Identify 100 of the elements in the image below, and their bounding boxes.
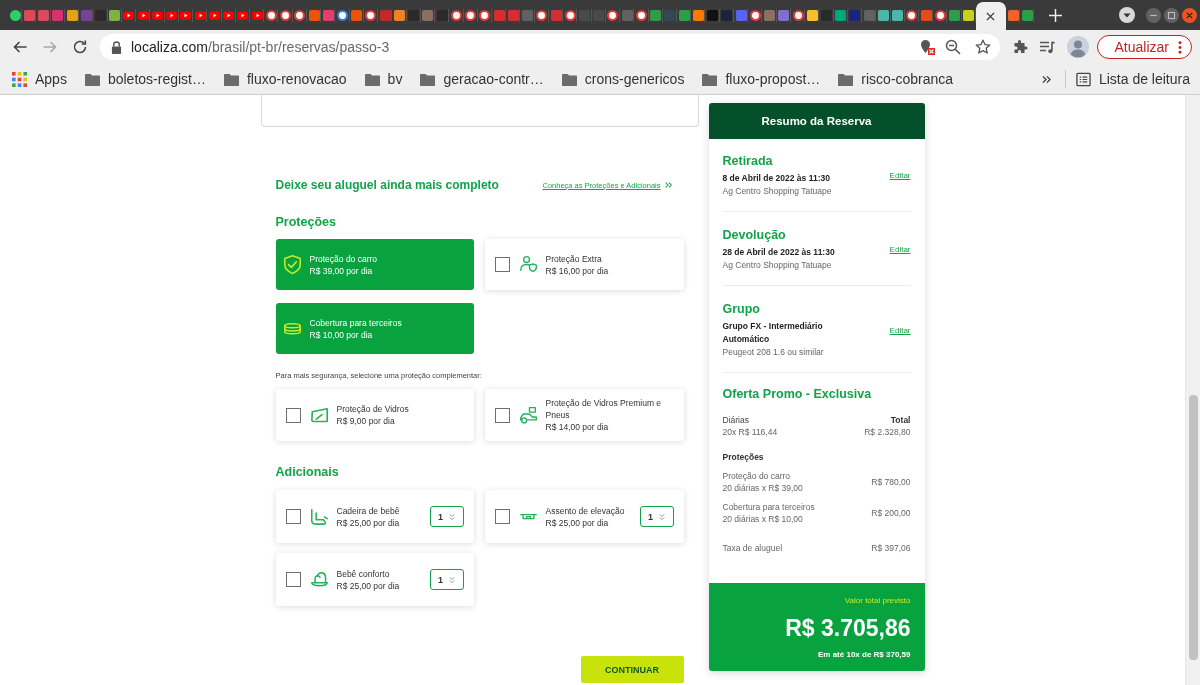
total-amount: R$ 3.705,86: [785, 614, 911, 643]
section-note: Ag Centro Shopping Tatuape: [722, 185, 832, 198]
option-name: Proteção Extra: [545, 252, 602, 265]
apps-shortcut[interactable]: Apps: [12, 71, 67, 87]
baby-carrier-icon: [311, 572, 328, 587]
quantity-dropdown[interactable]: 1: [429, 569, 464, 590]
bookmark-folder[interactable]: risco-cobranca: [838, 71, 954, 87]
option-price: R$ 39,00 por dia: [309, 264, 373, 277]
option-price: R$ 25,00 por dia: [545, 516, 609, 529]
apps-grid-icon: [12, 71, 27, 87]
location-blocked-icon[interactable]: [919, 39, 935, 55]
option-name: Cobertura para terceiros: [309, 316, 402, 329]
option-price: R$ 16,00 por dia: [545, 264, 609, 277]
avatar-icon[interactable]: [1067, 36, 1089, 58]
minimize-icon[interactable]: [1146, 7, 1161, 23]
folder-icon: [561, 71, 577, 87]
option-price: R$ 25,00 por dia: [336, 516, 400, 529]
daily-label: Diárias: [722, 414, 749, 426]
zoom-out-icon[interactable]: [945, 39, 961, 55]
double-chevron-icon: [449, 513, 455, 520]
reading-list-button[interactable]: Lista de leitura: [1075, 71, 1190, 87]
charge-detail: 20 diárias x R$ 39,00: [722, 482, 803, 494]
edit-link[interactable]: Editar: [889, 325, 911, 335]
browser-tab[interactable]: [975, 2, 1006, 30]
person-shield-icon: [520, 256, 537, 273]
back-arrow-icon[interactable]: [12, 39, 28, 55]
charge-amount: R$ 780,00: [871, 476, 911, 488]
checkbox[interactable]: [285, 572, 301, 587]
daily-detail: 20x R$ 116,44: [722, 426, 778, 438]
option-name: Proteção do carro: [309, 252, 378, 265]
quantity-dropdown[interactable]: 1: [429, 506, 464, 527]
group-title: Proteções: [275, 214, 336, 230]
summary-header: Resumo da Reserva: [708, 103, 925, 139]
bookmark-folder[interactable]: fluxo-renovacao: [223, 71, 347, 87]
option-name: Proteção de Vidros: [336, 403, 409, 415]
checkbox[interactable]: [494, 257, 510, 272]
section-heading: Grupo: [722, 301, 760, 317]
option-card[interactable]: Cadeira de bebê R$ 25,00 por dia 1: [275, 490, 474, 543]
section-heading: Oferta Promo - Exclusiva: [722, 386, 872, 402]
checkbox[interactable]: [285, 509, 301, 524]
quantity-dropdown[interactable]: 1: [639, 506, 674, 527]
section-title: Deixe seu aluguel ainda mais completo: [275, 178, 499, 192]
edit-link[interactable]: Editar: [889, 245, 911, 254]
option-price: R$ 25,00 por dia: [336, 579, 400, 592]
section-note: Ag Centro Shopping Tatuape: [722, 259, 832, 272]
charge-name: Proteção do carro: [722, 470, 791, 482]
section-heading: Devolução: [722, 227, 786, 243]
bookmark-folder[interactable]: boletos-regist…: [84, 71, 206, 87]
scrollbar-thumb[interactable]: [1188, 395, 1198, 660]
booster-seat-icon: [520, 513, 537, 520]
address-field[interactable]: localiza.com/brasil/pt-br/reservas/passo-3: [100, 34, 1000, 60]
fee-amount: R$ 397,06: [871, 542, 911, 554]
checkbox[interactable]: [285, 407, 301, 423]
dropdown-icon[interactable]: [1119, 7, 1135, 23]
folder-icon: [84, 71, 100, 87]
checkbox[interactable]: [494, 509, 510, 524]
kebab-menu-icon[interactable]: [1178, 40, 1182, 54]
music-list-icon[interactable]: [1039, 39, 1055, 55]
continue-button[interactable]: CONTINUAR: [580, 656, 684, 683]
fee-name: Taxa de aluguel: [722, 542, 783, 554]
maximize-icon[interactable]: [1164, 7, 1179, 23]
puzzle-icon[interactable]: [1012, 39, 1028, 55]
option-name: Proteção de Vidros Premium e Pneus: [545, 397, 663, 421]
option-card[interactable]: Proteção de Vidros Premium e Pneus R$ 14,00 por dia: [484, 389, 684, 441]
option-card[interactable]: Proteção de Vidros R$ 9,00 por dia: [275, 389, 474, 441]
option-card[interactable]: Assento de elevação R$ 25,00 por dia 1: [484, 490, 684, 543]
reload-icon[interactable]: [72, 39, 88, 55]
windshield-icon: [311, 407, 328, 423]
bookmark-folder[interactable]: fluxo-propost…: [702, 71, 821, 87]
reading-list-icon: [1075, 71, 1091, 87]
bookmark-folder[interactable]: geracao-contr…: [420, 71, 544, 87]
double-chevron-icon: [449, 576, 455, 583]
option-name: Bebê conforto: [336, 567, 390, 580]
close-icon[interactable]: [1182, 7, 1197, 23]
section-heading: Retirada: [722, 153, 773, 169]
bookmark-folder[interactable]: crons-genericos: [561, 71, 685, 87]
option-price: R$ 14,00 por dia: [545, 421, 609, 433]
option-price: R$ 9,00 por dia: [336, 415, 395, 427]
folder-icon: [364, 71, 380, 87]
option-price: R$ 10,00 por dia: [309, 328, 373, 341]
charge-name: Cobertura para terceiros: [722, 501, 815, 513]
shield-check-icon: [284, 254, 301, 275]
star-icon[interactable]: [975, 39, 991, 55]
option-name: Assento de elevação: [545, 504, 625, 517]
edit-link[interactable]: Editar: [889, 171, 911, 180]
double-chevron-icon: [664, 182, 672, 188]
option-card[interactable]: Bebê conforto R$ 25,00 por dia 1: [275, 553, 474, 606]
update-button[interactable]: Atualizar: [1097, 35, 1192, 59]
option-card[interactable]: Proteção Extra R$ 16,00 por dia: [484, 239, 684, 290]
plus-icon[interactable]: [1049, 8, 1063, 22]
close-icon[interactable]: [986, 11, 996, 21]
folder-icon: [838, 71, 854, 87]
charge-detail: 20 diárias x R$ 10,00: [722, 513, 803, 525]
double-chevron-icon[interactable]: [1041, 74, 1051, 84]
bookmark-folder[interactable]: bv: [364, 71, 403, 87]
installments-text: Em até 10x de R$ 370,59: [818, 649, 911, 661]
checkbox[interactable]: [494, 407, 510, 423]
section-detail: 28 de Abril de 2022 às 11:30: [722, 246, 835, 259]
charge-amount: R$ 200,00: [871, 507, 911, 519]
section-detail: Grupo FX - Intermediário Automático: [722, 320, 824, 346]
